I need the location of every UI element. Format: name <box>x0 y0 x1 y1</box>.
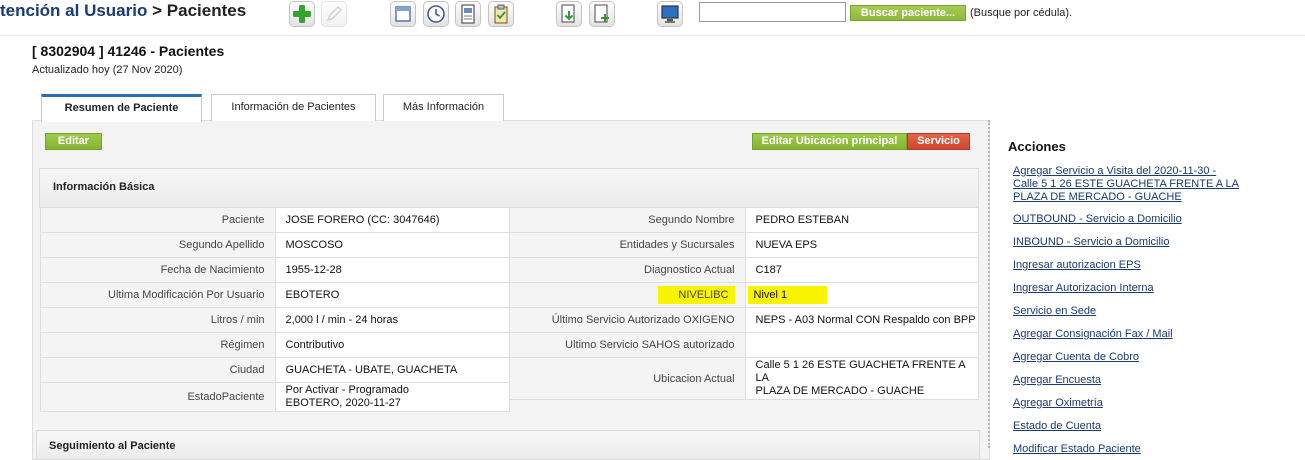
document-icon[interactable] <box>455 1 481 27</box>
table-row: Último Servicio Autorizado OXIGENO NEPS … <box>509 307 980 333</box>
table-row: Ubicacion Actual Calle 5 1 26 ESTE GUACH… <box>509 357 980 400</box>
search-patient-button[interactable]: Buscar paciente... <box>850 5 966 21</box>
action-link-agregar-servicio-visita[interactable]: Agregar Servicio a Visita del 2020-11-30… <box>1013 165 1253 204</box>
field-value: Calle 5 1 26 ESTE GUACHETA FRENTE A LA P… <box>744 357 980 400</box>
field-value: 2,000 l / min - 24 horas <box>274 307 511 333</box>
field-label: Entidades y Sucursales <box>509 232 746 258</box>
table-row: Ultimo Servicio SAHOS autorizado <box>509 332 980 358</box>
action-link-servicio-sede[interactable]: Servicio en Sede <box>1013 305 1253 318</box>
estado-line-2: EBOTERO, 2020-11-27 <box>285 397 401 409</box>
field-label: EstadoPaciente <box>40 382 276 412</box>
nivelibc-value: Nivel 1 <box>747 286 828 304</box>
breadcrumb-separator: > <box>152 1 163 20</box>
top-toolbar: tención al Usuario > Pacientes Buscar pa… <box>0 0 1305 36</box>
download-icon[interactable] <box>556 1 582 27</box>
field-label: Diagnostico Actual <box>509 257 746 283</box>
estado-line-1: Por Activar - Programado <box>285 384 410 396</box>
table-row: Ultima Modificación Por Usuario EBOTERO <box>40 282 511 308</box>
search-hint: (Busque por cédula). <box>970 7 1073 19</box>
edit-button[interactable]: Editar <box>45 133 102 150</box>
field-value: Por Activar - Programado EBOTERO, 2020-1… <box>274 382 511 412</box>
field-label: Ultima Modificación Por Usuario <box>40 282 276 308</box>
link-line: Agregar Servicio a Visita del 2020-11-30… <box>1013 165 1217 177</box>
table-row: EstadoPaciente Por Activar - Programado … <box>40 382 511 412</box>
action-link-encuesta[interactable]: Agregar Encuesta <box>1013 374 1253 387</box>
field-value: Contributivo <box>274 332 511 358</box>
action-link-cuenta-cobro[interactable]: Agregar Cuenta de Cobro <box>1013 351 1253 364</box>
table-row: Entidades y Sucursales NUEVA EPS <box>509 232 980 258</box>
window-icon[interactable] <box>390 1 416 27</box>
action-link-inbound[interactable]: INBOUND - Servicio a Domicilio <box>1013 236 1253 249</box>
field-label: Paciente <box>40 207 276 233</box>
monitor-icon[interactable] <box>657 1 683 27</box>
table-row: Régimen Contributivo <box>40 332 511 358</box>
field-value: EBOTERO <box>274 282 511 308</box>
field-value: Nivel 1 <box>744 282 980 308</box>
action-link-modificar-estado[interactable]: Modificar Estado Paciente <box>1013 443 1253 456</box>
tab-informacion-pacientes[interactable]: Información de Pacientes <box>211 94 376 121</box>
updated-label: Actualizado hoy (27 Nov 2020) <box>32 64 183 76</box>
edit-icon[interactable] <box>321 1 347 27</box>
add-icon[interactable] <box>289 1 315 27</box>
tab-mas-informacion[interactable]: Más Información <box>383 94 504 121</box>
breadcrumb-module[interactable]: tención al Usuario <box>0 1 147 20</box>
action-link-autorizacion-eps[interactable]: Ingresar autorizacion EPS <box>1013 259 1253 272</box>
action-link-estado-cuenta[interactable]: Estado de Cuenta <box>1013 420 1253 433</box>
field-label: Último Servicio Autorizado OXIGENO <box>509 307 746 333</box>
followup-section <box>36 430 980 460</box>
table-row: Fecha de Nacimiento 1955-12-28 <box>40 257 511 283</box>
field-value: PEDRO ESTEBAN <box>744 207 980 233</box>
field-value: MOSCOSO <box>274 232 511 258</box>
field-label: Segundo Nombre <box>509 207 746 233</box>
table-row: Diagnostico Actual C187 <box>509 257 980 283</box>
basic-info-title: Información Básica <box>53 181 155 193</box>
field-value: C187 <box>744 257 980 283</box>
field-value: GUACHETA - UBATE, GUACHETA <box>274 357 511 383</box>
action-link-oximetria[interactable]: Agregar Oximetría <box>1013 397 1253 410</box>
action-link-consignacion[interactable]: Agregar Consignación Fax / Mail <box>1013 328 1253 341</box>
field-label: Régimen <box>40 332 276 358</box>
search-input[interactable] <box>699 2 846 22</box>
ubicacion-line-1: Calle 5 1 26 ESTE GUACHETA FRENTE A LA <box>755 359 965 384</box>
column-divider <box>988 120 990 448</box>
basic-info-table-right: Segundo Nombre PEDRO ESTEBAN Entidades y… <box>509 207 980 400</box>
field-label: Litros / min <box>40 307 276 333</box>
edit-location-button[interactable]: Editar Ubicacion principal <box>752 133 907 150</box>
field-value: 1955-12-28 <box>274 257 511 283</box>
link-line: PLAZA DE MERCADO - GUACHE <box>1013 191 1182 203</box>
ubicacion-line-2: PLAZA DE MERCADO - GUACHE <box>755 385 925 397</box>
breadcrumb: tención al Usuario > Pacientes <box>0 1 246 21</box>
table-row: Segundo Nombre PEDRO ESTEBAN <box>509 207 980 233</box>
table-row: Ciudad GUACHETA - UBATE, GUACHETA <box>40 357 511 383</box>
field-label: Ubicacion Actual <box>509 357 746 400</box>
basic-info-section <box>39 168 979 208</box>
field-value <box>744 332 980 358</box>
tab-resumen-paciente[interactable]: Resumen de Paciente <box>41 94 202 122</box>
table-row: Segundo Apellido MOSCOSO <box>40 232 511 258</box>
page-title: [ 8302904 ] 41246 - Pacientes <box>32 43 225 59</box>
clipboard-icon[interactable] <box>488 1 514 27</box>
action-link-autorizacion-interna[interactable]: Ingresar Autorizacion Interna <box>1013 282 1253 295</box>
action-link-outbound[interactable]: OUTBOUND - Servicio a Domicilio <box>1013 213 1253 226</box>
actions-title: Acciones <box>1008 139 1066 154</box>
followup-title: Seguimiento al Paciente <box>49 440 176 452</box>
link-line: Calle 5 1 26 ESTE GUACHETA FRENTE A LA <box>1013 178 1239 190</box>
table-row: Litros / min 2,000 l / min - 24 horas <box>40 307 511 333</box>
field-label: Segundo Apellido <box>40 232 276 258</box>
field-value: NEPS - A03 Normal CON Respaldo con BPP <box>744 307 980 333</box>
table-row: NIVELIBC Nivel 1 <box>509 282 980 308</box>
nivelibc-label: NIVELIBC <box>658 286 735 304</box>
table-row: Paciente JOSE FORERO (CC: 3047646) <box>40 207 511 233</box>
service-button[interactable]: Servicio <box>907 133 970 150</box>
field-label: Ciudad <box>40 357 276 383</box>
clock-icon[interactable] <box>423 1 449 27</box>
field-value: JOSE FORERO (CC: 3047646) <box>274 207 511 233</box>
new-document-icon[interactable] <box>589 1 615 27</box>
field-label: NIVELIBC <box>509 282 746 308</box>
field-label: Ultimo Servicio SAHOS autorizado <box>509 332 746 358</box>
breadcrumb-current: Pacientes <box>166 1 247 20</box>
field-label: Fecha de Nacimiento <box>40 257 276 283</box>
basic-info-table-left: Paciente JOSE FORERO (CC: 3047646) Segun… <box>40 207 511 412</box>
field-value: NUEVA EPS <box>744 232 980 258</box>
